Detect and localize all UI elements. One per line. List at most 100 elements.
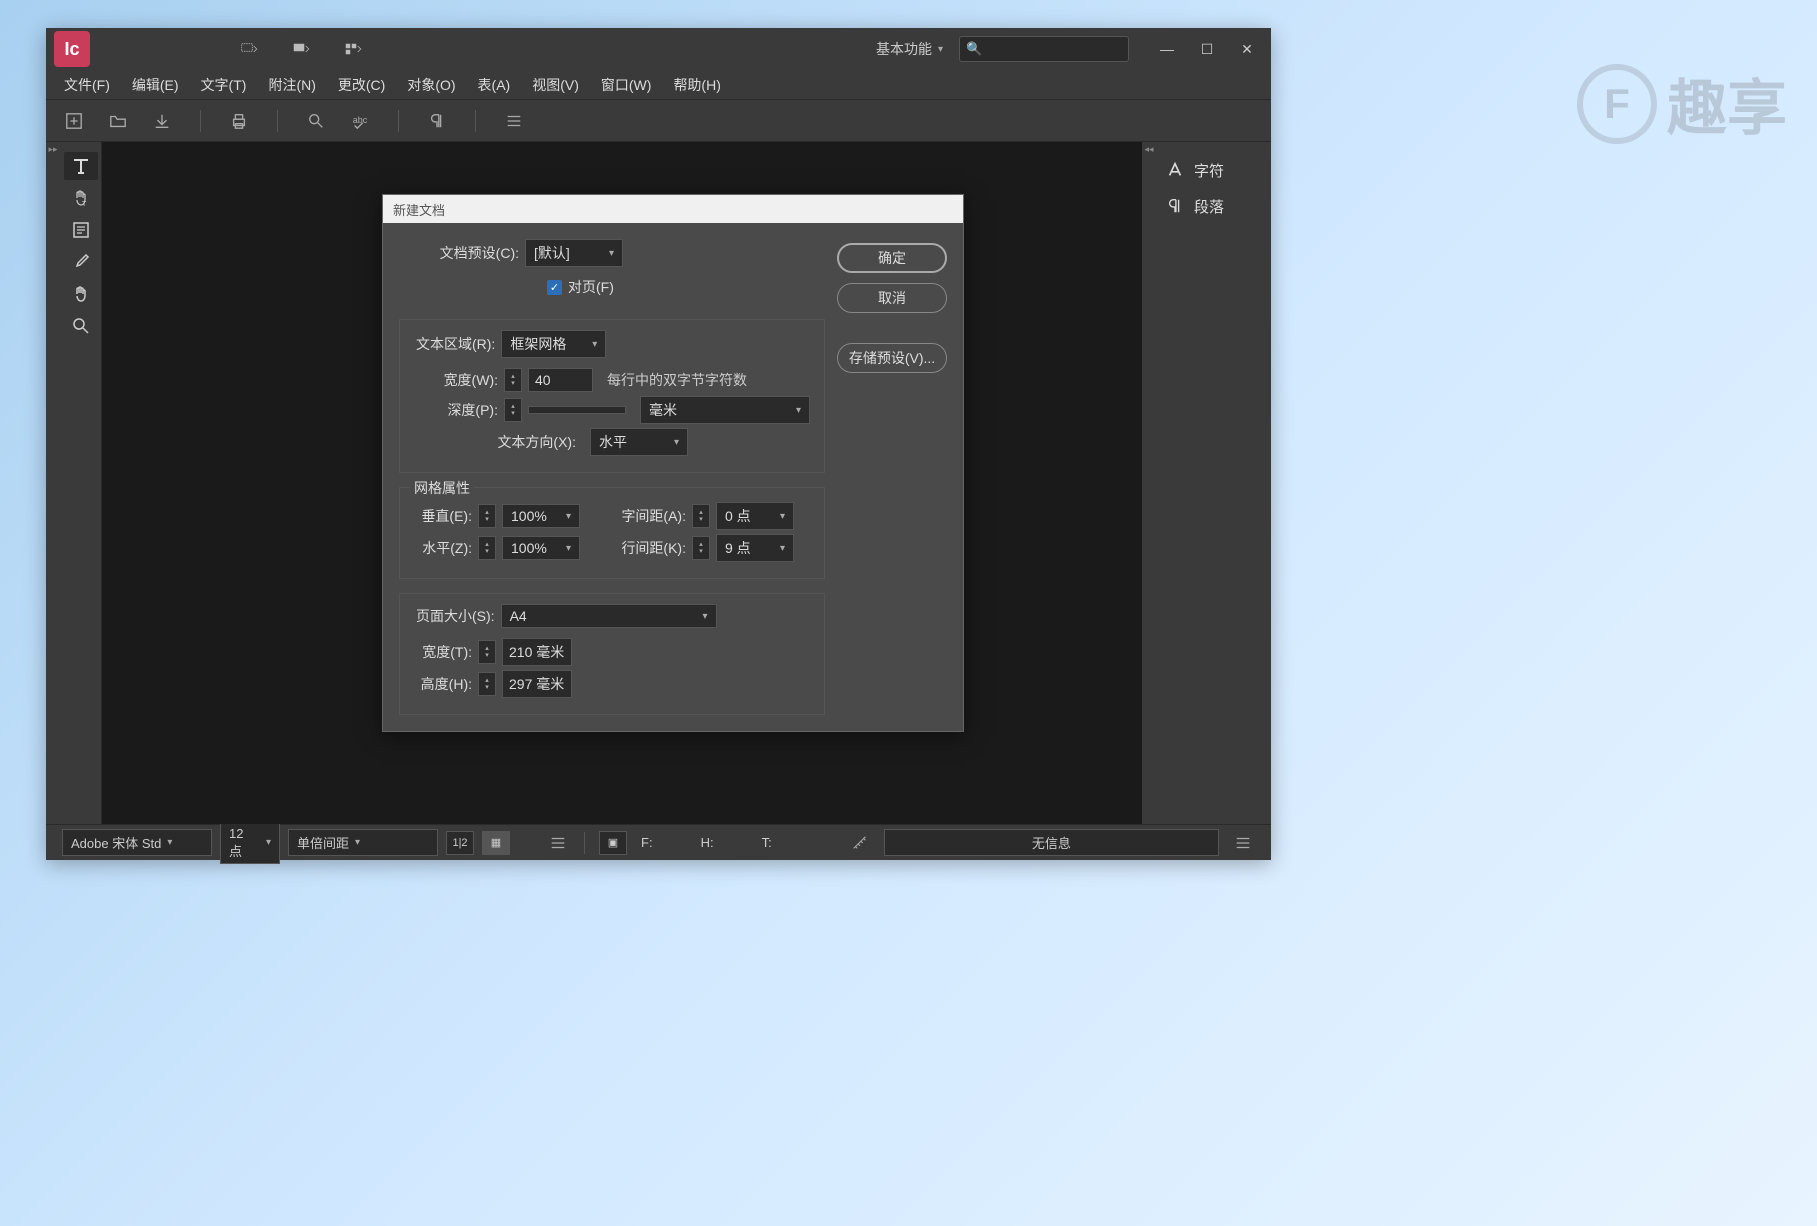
vertical-dropdown[interactable]: 100%▾ xyxy=(502,504,580,528)
menu-object[interactable]: 对象(O) xyxy=(397,71,465,99)
width-input[interactable]: 40 xyxy=(528,368,593,392)
hand-tool-icon[interactable] xyxy=(64,280,98,308)
save-icon[interactable] xyxy=(150,109,174,133)
pilcrow-icon[interactable] xyxy=(425,109,449,133)
pagesize-dropdown[interactable]: A4▾ xyxy=(501,604,717,628)
chevron-down-icon: ▾ xyxy=(796,405,801,416)
direction-dropdown[interactable]: 水平▾ xyxy=(590,428,688,456)
toolbar: abc xyxy=(46,100,1271,142)
view-mode-1-icon[interactable]: 1|2 xyxy=(446,831,474,855)
width-spinner[interactable]: ▴▾ xyxy=(504,368,522,392)
workspace: ▸▸ T 新建文档 文档预设(C): [默认]▾ xyxy=(46,142,1271,824)
size-dropdown[interactable]: 12 点▾ xyxy=(220,822,280,864)
horizontal-spinner[interactable]: ▴▾ xyxy=(478,536,496,560)
text-region-fieldset: 文本区域(R): 框架网格▾ 宽度(W): ▴▾ 40 每行中的双字节字符数 xyxy=(399,319,825,473)
new-icon[interactable] xyxy=(62,109,86,133)
chevron-down-icon: ▾ xyxy=(938,44,943,55)
vertical-label: 垂直(E): xyxy=(412,506,472,526)
left-collapse-strip[interactable]: ▸▸ xyxy=(46,142,60,824)
chevron-down-icon: ▾ xyxy=(592,339,597,350)
title-right: 基本功能 ▾ 🔍 — ☐ ✕ xyxy=(868,35,1267,63)
title-tool-2[interactable] xyxy=(282,36,322,62)
h-label: H: xyxy=(701,835,714,850)
linespace-spinner[interactable]: ▴▾ xyxy=(692,536,710,560)
region-dropdown[interactable]: 框架网格▾ xyxy=(501,330,606,358)
app-window: Ic 基本功能 ▾ 🔍 — ☐ ✕ 文件(F) 编辑(E) 文字(T) 附注(N… xyxy=(46,28,1271,860)
menu-file[interactable]: 文件(F) xyxy=(54,71,120,99)
separator xyxy=(200,110,201,132)
charspace-spinner[interactable]: ▴▾ xyxy=(692,504,710,528)
canvas-area: 新建文档 文档预设(C): [默认]▾ ✓ 对页(F) xyxy=(102,142,1142,824)
open-icon[interactable] xyxy=(106,109,130,133)
pageheight-spinner[interactable]: ▴▾ xyxy=(478,672,496,696)
zoom-tool-icon[interactable] xyxy=(64,312,98,340)
menu-edit[interactable]: 编辑(E) xyxy=(122,71,189,99)
status-end-menu-icon[interactable] xyxy=(1231,831,1255,855)
charspace-dropdown[interactable]: 0 点▾ xyxy=(716,502,794,530)
checkbox-checked-icon: ✓ xyxy=(547,280,562,295)
menu-icon[interactable] xyxy=(502,109,526,133)
character-icon xyxy=(1166,161,1184,179)
note-tool-icon[interactable] xyxy=(64,216,98,244)
menu-table[interactable]: 表(A) xyxy=(468,71,521,99)
paragraph-panel-item[interactable]: 段落 xyxy=(1156,188,1271,224)
pageheight-label: 高度(H): xyxy=(412,674,472,694)
workspace-label: 基本功能 xyxy=(876,39,932,59)
menu-change[interactable]: 更改(C) xyxy=(328,71,395,99)
title-tool-1[interactable] xyxy=(230,36,270,62)
ok-button[interactable]: 确定 xyxy=(837,243,947,273)
print-icon[interactable] xyxy=(227,109,251,133)
depth-input[interactable] xyxy=(528,406,626,414)
title-tool-3[interactable] xyxy=(334,36,374,62)
title-tools xyxy=(90,36,868,62)
right-collapse-strip[interactable]: ◂◂ xyxy=(1142,142,1156,824)
character-panel-item[interactable]: 字符 xyxy=(1156,152,1271,188)
search-input[interactable]: 🔍 xyxy=(959,36,1129,62)
minimize-button[interactable]: — xyxy=(1147,35,1187,63)
menu-text[interactable]: 文字(T) xyxy=(191,71,257,99)
pagewidth-spinner[interactable]: ▴▾ xyxy=(478,640,496,664)
pageheight-input[interactable]: 297 毫米 xyxy=(502,670,572,698)
menu-note[interactable]: 附注(N) xyxy=(258,71,325,99)
ruler-icon[interactable] xyxy=(848,831,872,855)
pagesize-label: 页面大小(S): xyxy=(416,606,495,626)
eyedropper-tool-icon[interactable] xyxy=(64,248,98,276)
font-dropdown[interactable]: Adobe 宋体 Std▾ xyxy=(62,829,212,856)
save-preset-button[interactable]: 存储预设(V)... xyxy=(837,343,947,373)
linespace-label: 行间距(K): xyxy=(606,538,686,558)
chevron-down-icon: ▾ xyxy=(266,837,271,848)
watermark-icon: F xyxy=(1577,64,1657,144)
f-label: F: xyxy=(641,835,653,850)
linespace-dropdown[interactable]: 9 点▾ xyxy=(716,534,794,562)
svg-text:T: T xyxy=(82,201,87,208)
pagewidth-input[interactable]: 210 毫米 xyxy=(502,638,572,666)
character-label: 字符 xyxy=(1194,160,1224,181)
depth-spinner[interactable]: ▴▾ xyxy=(504,398,522,422)
frame-icon[interactable]: ▣ xyxy=(599,831,627,855)
facing-pages-checkbox[interactable]: ✓ 对页(F) xyxy=(547,277,614,297)
menubar: 文件(F) 编辑(E) 文字(T) 附注(N) 更改(C) 对象(O) 表(A)… xyxy=(46,70,1271,100)
spellcheck-icon[interactable]: abc xyxy=(348,109,372,133)
menu-help[interactable]: 帮助(H) xyxy=(663,71,730,99)
horizontal-dropdown[interactable]: 100%▾ xyxy=(502,536,580,560)
type-tool-icon[interactable] xyxy=(64,152,98,180)
vertical-spinner[interactable]: ▴▾ xyxy=(478,504,496,528)
menu-view[interactable]: 视图(V) xyxy=(522,71,589,99)
menu-window[interactable]: 窗口(W) xyxy=(591,71,662,99)
spacing-dropdown[interactable]: 单倍间距▾ xyxy=(288,829,438,856)
close-button[interactable]: ✕ xyxy=(1227,35,1267,63)
separator xyxy=(584,832,585,854)
workspace-dropdown[interactable]: 基本功能 ▾ xyxy=(868,35,951,63)
status-menu-icon[interactable] xyxy=(546,831,570,855)
paragraph-icon xyxy=(1166,197,1184,215)
preset-dropdown[interactable]: [默认]▾ xyxy=(525,239,623,267)
hand-type-tool-icon[interactable]: T xyxy=(64,184,98,212)
grid-fieldset: 网格属性 垂直(E): ▴▾ 100%▾ 字间距(A): ▴▾ 0 点▾ 水平(… xyxy=(399,487,825,579)
view-mode-2-icon[interactable]: ▦ xyxy=(482,831,510,855)
watermark: F 趣享 xyxy=(1577,60,1787,147)
search-tool-icon[interactable] xyxy=(304,109,328,133)
depth-unit-dropdown[interactable]: 毫米▾ xyxy=(640,396,810,424)
svg-text:abc: abc xyxy=(353,114,368,124)
cancel-button[interactable]: 取消 xyxy=(837,283,947,313)
maximize-button[interactable]: ☐ xyxy=(1187,35,1227,63)
